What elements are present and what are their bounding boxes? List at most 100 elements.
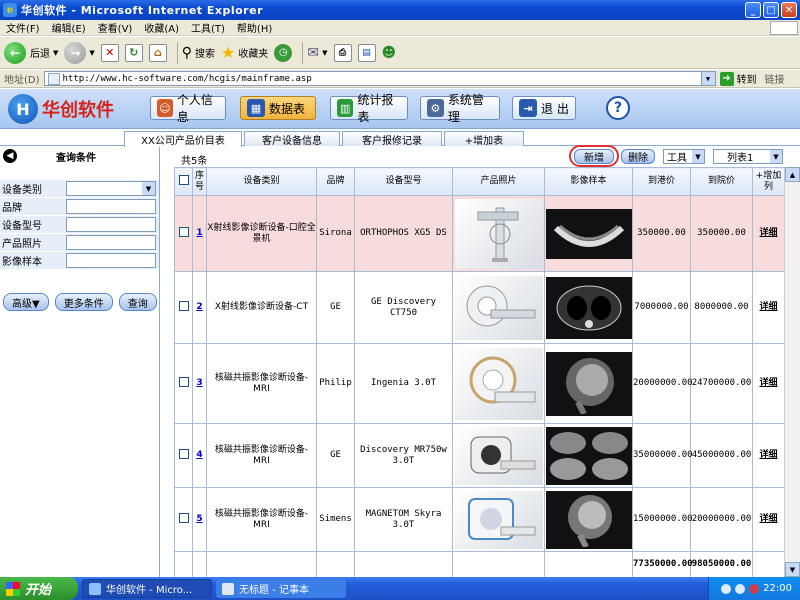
total-hospital-price: 98050000.00 bbox=[690, 551, 753, 578]
search-button[interactable]: ⚲ 搜索 bbox=[182, 45, 215, 61]
menu-help[interactable]: 帮助(H) bbox=[231, 20, 278, 35]
tab-repair-records[interactable]: 客户报修记录 bbox=[342, 131, 442, 147]
cell-brand: Simens bbox=[316, 487, 355, 552]
links-button[interactable]: 链接 bbox=[765, 71, 785, 86]
nav-stats-report-button[interactable]: ▥ 统计报表 bbox=[330, 93, 408, 124]
menu-edit[interactable]: 编辑(E) bbox=[46, 20, 92, 35]
cell-category: X射线影像诊断设备-CT bbox=[206, 271, 317, 344]
more-conditions-button[interactable]: 更多条件 bbox=[54, 293, 113, 311]
menu-favorites[interactable]: 收藏(A) bbox=[138, 20, 185, 35]
address-input[interactable]: http://www.hc-software.com/hcgis/mainfra… bbox=[43, 71, 716, 86]
add-button[interactable]: 新增 bbox=[574, 148, 614, 164]
header-sample[interactable]: 影像样本 bbox=[544, 167, 633, 196]
go-button[interactable]: ➜ 转到 bbox=[719, 71, 757, 86]
nav-personal-label: 个人信息 bbox=[176, 93, 213, 124]
totals-row: 77350000.00 98050000.00 bbox=[174, 551, 785, 578]
forward-arrow-icon: → bbox=[64, 41, 87, 64]
maximize-button[interactable]: □ bbox=[763, 2, 779, 18]
tab-price-list[interactable]: XX公司产品价目表 bbox=[124, 131, 242, 147]
minimize-button[interactable]: _ bbox=[745, 2, 761, 18]
cell-brand: GE bbox=[316, 271, 355, 344]
row-checkbox[interactable] bbox=[178, 448, 189, 459]
nav-data-table-button[interactable]: ▦ 数据表 bbox=[240, 96, 316, 120]
header-photo[interactable]: 产品照片 bbox=[452, 167, 545, 196]
back-button[interactable]: ← 后退 ▼ bbox=[4, 41, 58, 64]
query-button[interactable]: 查询 bbox=[118, 293, 157, 311]
header-no[interactable]: 序号 bbox=[192, 167, 207, 196]
chevron-down-icon: ▼ bbox=[692, 150, 704, 163]
detail-link[interactable]: 详细 bbox=[759, 514, 777, 524]
back-dropdown-icon[interactable]: ▼ bbox=[53, 49, 58, 57]
address-dropdown-icon[interactable]: ▼ bbox=[700, 72, 715, 85]
home-button[interactable]: ⌂ bbox=[148, 43, 167, 62]
start-button[interactable]: 开始 bbox=[0, 577, 78, 600]
taskbar-ie-window[interactable]: 华创软件 - Micro... bbox=[82, 579, 212, 598]
cell-port-price: 35000000.00 bbox=[632, 423, 693, 488]
row-number-link[interactable]: 5 bbox=[196, 514, 202, 524]
header-add-column[interactable]: +增加列 bbox=[752, 167, 785, 196]
nav-exit-button[interactable]: ⇥ 退 出 bbox=[512, 96, 576, 120]
sample-image-mri-head bbox=[545, 490, 632, 549]
nav-exit-label: 退 出 bbox=[541, 101, 569, 116]
vertical-scrollbar[interactable]: ▲ ▼ bbox=[784, 167, 800, 577]
scroll-up-icon[interactable]: ▲ bbox=[785, 167, 800, 182]
messenger-button[interactable]: ☻ bbox=[382, 45, 397, 61]
sample-input[interactable] bbox=[66, 253, 156, 268]
row-checkbox[interactable] bbox=[178, 300, 189, 311]
help-icon[interactable]: ? bbox=[606, 96, 630, 120]
taskbar-notepad-window[interactable]: 无标题 - 记事本 bbox=[216, 579, 346, 598]
home-icon: ⌂ bbox=[148, 43, 167, 62]
advanced-button[interactable]: 高级▼ bbox=[3, 293, 49, 311]
row-number-link[interactable]: 4 bbox=[196, 450, 202, 460]
volume-icon[interactable] bbox=[735, 583, 746, 594]
edit-button[interactable]: ▤ bbox=[357, 43, 376, 62]
photo-input[interactable] bbox=[66, 235, 156, 250]
menu-tools[interactable]: 工具(T) bbox=[185, 20, 231, 35]
collapse-left-icon[interactable]: ◀ bbox=[3, 149, 17, 163]
print-button[interactable]: ⎙ bbox=[333, 43, 352, 62]
forward-button[interactable]: → ▼ bbox=[64, 41, 95, 64]
stop-button[interactable]: ✕ bbox=[100, 43, 119, 62]
menu-file[interactable]: 文件(F) bbox=[0, 20, 46, 35]
detail-link[interactable]: 详细 bbox=[759, 228, 777, 238]
sample-image-mri-abdomen bbox=[545, 426, 632, 485]
network-icon[interactable] bbox=[721, 583, 732, 594]
tab-customer-equipment[interactable]: 客户设备信息 bbox=[244, 131, 340, 147]
detail-link[interactable]: 详细 bbox=[759, 378, 777, 388]
scroll-down-icon[interactable]: ▼ bbox=[785, 562, 800, 577]
row-checkbox[interactable] bbox=[178, 512, 189, 523]
security-icon[interactable] bbox=[749, 583, 760, 594]
header-port-price[interactable]: 到港价 bbox=[632, 167, 691, 196]
header-brand[interactable]: 品牌 bbox=[316, 167, 355, 196]
row-number-link[interactable]: 2 bbox=[196, 302, 202, 312]
row-checkbox[interactable] bbox=[178, 226, 189, 237]
list-select[interactable]: 列表1 ▼ bbox=[713, 149, 783, 164]
category-select[interactable]: ▼ bbox=[66, 181, 156, 196]
brand-input[interactable] bbox=[66, 199, 156, 214]
refresh-button[interactable]: ↻ bbox=[124, 43, 143, 62]
detail-link[interactable]: 详细 bbox=[759, 450, 777, 460]
menu-view[interactable]: 查看(V) bbox=[92, 20, 139, 35]
row-number-link[interactable]: 3 bbox=[196, 378, 202, 388]
tab-add-table[interactable]: +增加表 bbox=[444, 131, 524, 147]
row-number-link[interactable]: 1 bbox=[196, 228, 202, 238]
nav-personal-info-button[interactable]: ☺ 个人信息 bbox=[150, 93, 226, 124]
header-category[interactable]: 设备类别 bbox=[206, 167, 317, 196]
header-model[interactable]: 设备型号 bbox=[354, 167, 453, 196]
model-input[interactable] bbox=[66, 217, 156, 232]
tools-select[interactable]: 工具 ▼ bbox=[663, 149, 705, 164]
select-all-checkbox[interactable] bbox=[178, 174, 189, 185]
cell-port-price: 15000000.00 bbox=[632, 487, 693, 552]
detail-link[interactable]: 详细 bbox=[759, 302, 777, 312]
row-checkbox[interactable] bbox=[178, 376, 189, 387]
forward-dropdown-icon[interactable]: ▼ bbox=[89, 49, 94, 57]
stop-icon: ✕ bbox=[100, 43, 119, 62]
nav-system-admin-button[interactable]: ⚙ 系统管理 bbox=[420, 93, 500, 124]
header-hospital-price[interactable]: 到院价 bbox=[690, 167, 753, 196]
delete-button[interactable]: 删除 bbox=[621, 149, 655, 164]
favorites-button[interactable]: ★ 收藏夹 bbox=[221, 43, 268, 62]
system-tray: 22:00 bbox=[708, 577, 800, 600]
mail-button[interactable]: ✉ ▼ bbox=[307, 45, 327, 61]
history-button[interactable]: ◷ bbox=[274, 43, 293, 62]
close-button[interactable]: ✕ bbox=[781, 2, 797, 18]
